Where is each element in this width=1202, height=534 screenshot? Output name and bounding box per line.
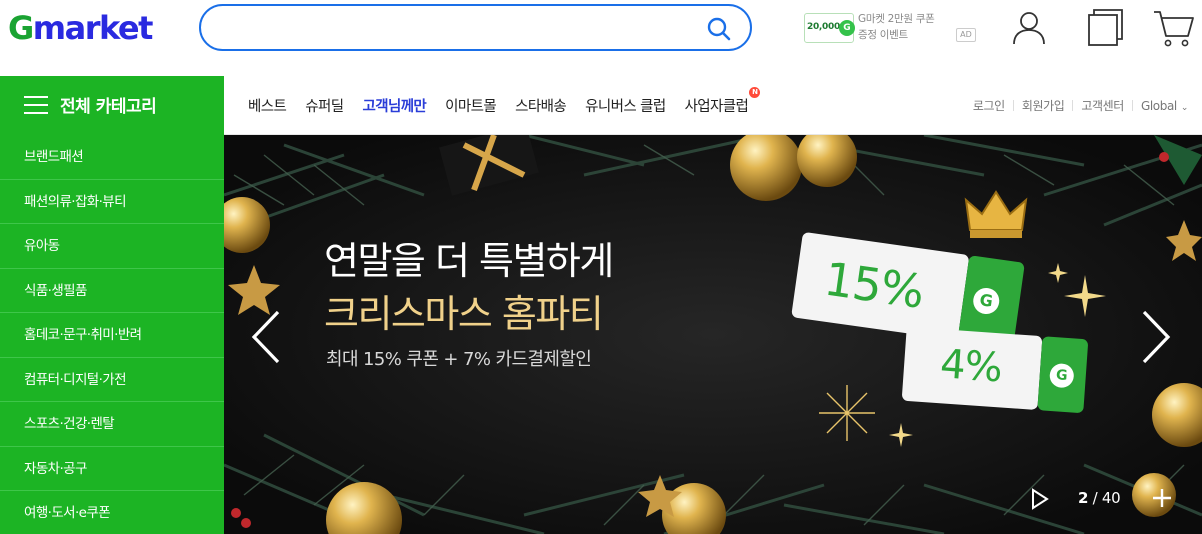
- category-food[interactable]: 식품·생필품: [0, 269, 224, 313]
- ad-text-line1: G마켓 2만원 쿠폰: [858, 13, 935, 25]
- category-sidebar: 브랜드패션 패션의류·잡화·뷰티 유아동 식품·생필품 홈데코·문구·취미·반려…: [0, 135, 224, 534]
- nav-item-superdeal[interactable]: 슈퍼딜: [305, 95, 344, 116]
- divider: [1012, 100, 1014, 111]
- global-label: Global: [1140, 98, 1177, 113]
- coupon-image: 20,000 G: [804, 13, 855, 43]
- all-categories-label: 전체 카테고리: [60, 97, 157, 117]
- cart-icon[interactable]: [1152, 8, 1196, 48]
- coupon-g-badge: G: [839, 20, 855, 36]
- coupon-ticket-4: 4% G: [901, 326, 1089, 414]
- nav-item-emart-mall[interactable]: 이마트몰: [445, 95, 497, 116]
- nav-item-business-club-wrap[interactable]: 사업자클럽 N: [684, 87, 761, 116]
- search-input[interactable]: [219, 16, 689, 40]
- slide-counter: 2 / 40: [1078, 489, 1121, 507]
- category-home-deco[interactable]: 홈데코·문구·취미·반려: [0, 313, 224, 358]
- category-digital[interactable]: 컴퓨터·디지털·가전: [0, 358, 224, 402]
- chevron-down-icon: ⌄: [1180, 102, 1189, 113]
- category-sports[interactable]: 스포츠·건강·렌탈: [0, 402, 224, 447]
- promo-banner[interactable]: 연말을 더 특별하게 크리스마스 홈파티 최대 15% 쿠폰 + 7% 카드결제…: [224, 135, 1202, 534]
- category-kids[interactable]: 유아동: [0, 224, 224, 269]
- plus-icon[interactable]: [1150, 486, 1174, 510]
- next-slide-icon[interactable]: [1138, 310, 1174, 364]
- search-bar: [199, 4, 752, 51]
- user-icon[interactable]: [1010, 8, 1048, 48]
- category-travel[interactable]: 여행·도서·e쿠폰: [0, 491, 224, 534]
- coupon-amount: 20,000: [807, 22, 840, 32]
- header: Gmarket 20,000 G G마켓 2만원 쿠폰 증정 이벤트 AD: [0, 0, 1202, 76]
- global-dropdown[interactable]: Global ⌄: [1141, 99, 1188, 113]
- hamburger-icon: [24, 96, 48, 114]
- ad-tag: AD: [956, 28, 976, 42]
- crown-icon: [964, 190, 1028, 238]
- all-categories-button[interactable]: 전체 카테고리: [0, 76, 224, 135]
- utility-links: 로그인 회원가입 고객센터 Global ⌄: [973, 76, 1189, 135]
- ticket-value-4: 4%: [938, 341, 1004, 392]
- prev-slide-icon[interactable]: [248, 310, 284, 364]
- gmarket-logo[interactable]: Gmarket: [8, 8, 154, 48]
- slide-pager: 2 / 40: [1030, 485, 1202, 515]
- nav-item-best[interactable]: 베스트: [248, 95, 287, 116]
- ad-text-line2: 증정 이벤트: [858, 29, 908, 41]
- new-badge: N: [749, 87, 761, 98]
- main-nav: 전체 카테고리 베스트 슈퍼딜 고객님께만 이마트몰 스타배송 유니버스 클럽 …: [0, 76, 1202, 135]
- ad-banner[interactable]: 20,000 G G마켓 2만원 쿠폰 증정 이벤트 AD: [804, 8, 979, 48]
- nav-item-business-club: 사업자클럽: [684, 99, 749, 115]
- slide-total: 40: [1101, 489, 1121, 507]
- category-fashion-beauty[interactable]: 패션의류·잡화·뷰티: [0, 180, 224, 224]
- category-auto[interactable]: 자동차·공구: [0, 447, 224, 491]
- slide-separator: /: [1088, 489, 1102, 507]
- gmarket-home: Gmarket 20,000 G G마켓 2만원 쿠폰 증정 이벤트 AD 전체…: [0, 0, 1202, 534]
- banner-headline-gold: 크리스마스 홈파티: [324, 292, 604, 336]
- logo-g: G: [8, 9, 34, 47]
- slide-current: 2: [1078, 489, 1089, 507]
- customer-center-link[interactable]: 고객센터: [1081, 97, 1124, 114]
- nav-item-universe-club[interactable]: 유니버스 클럽: [585, 95, 666, 116]
- divider: [1072, 100, 1074, 111]
- login-link[interactable]: 로그인: [973, 97, 1005, 114]
- logo-text: market: [32, 9, 154, 47]
- recent-items-icon[interactable]: [1086, 8, 1124, 48]
- signup-link[interactable]: 회원가입: [1022, 97, 1065, 114]
- play-icon[interactable]: [1030, 488, 1050, 510]
- nav-menu: 베스트 슈퍼딜 고객님께만 이마트몰 스타배송 유니버스 클럽 사업자클럽 N: [248, 76, 767, 135]
- category-brand-fashion[interactable]: 브랜드패션: [0, 135, 224, 180]
- divider: [1131, 100, 1133, 111]
- nav-item-star-delivery[interactable]: 스타배송: [515, 95, 567, 116]
- search-icon[interactable]: [706, 16, 732, 42]
- nav-item-for-you[interactable]: 고객님께만: [362, 95, 426, 116]
- banner-subline: 최대 15% 쿠폰 + 7% 카드결제할인: [326, 349, 592, 370]
- banner-headline: 연말을 더 특별하게: [324, 239, 614, 283]
